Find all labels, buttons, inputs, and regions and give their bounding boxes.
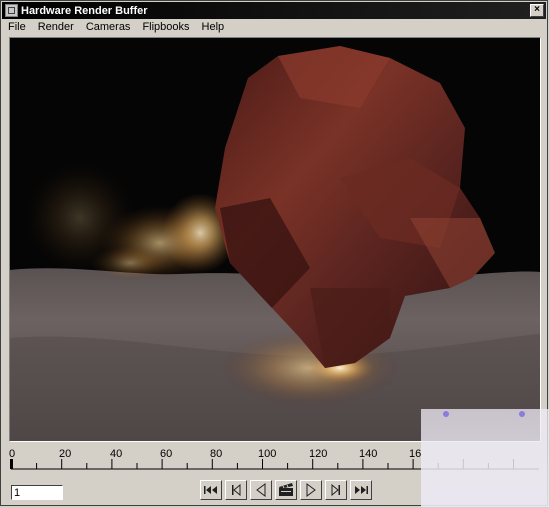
tick-label: 60 [160,448,172,460]
watermark-dot [443,411,449,417]
menu-flipbooks[interactable]: Flipbooks [136,21,195,33]
tick-label: 40 [110,448,122,460]
tick-label: 120 [309,448,327,460]
play-forward-icon [306,483,316,497]
title-bar[interactable]: Hardware Render Buffer × [2,2,546,19]
render-viewport[interactable] [9,37,541,442]
current-frame-marker[interactable] [10,459,13,469]
menu-file[interactable]: File [2,21,32,33]
fast-forward-button[interactable] [350,480,372,500]
play-backward-icon [256,483,266,497]
tick-label: 20 [59,448,71,460]
clapperboard-icon [279,483,293,496]
menu-bar: File Render Cameras Flipbooks Help [2,19,546,35]
fast-forward-icon [355,486,368,494]
hardware-render-buffer-window: Hardware Render Buffer × File Render Cam… [0,0,549,507]
step-forward-icon [331,484,340,496]
app-icon[interactable] [5,4,18,17]
window-title: Hardware Render Buffer [21,4,148,17]
current-frame-field[interactable] [11,485,63,500]
tick-label: 100 [258,448,276,460]
tick-label: 140 [359,448,377,460]
tick-label: 0 [9,448,15,460]
watermark-dot [519,411,525,417]
menu-help[interactable]: Help [196,21,231,33]
step-forward-button[interactable] [325,480,347,500]
step-back-icon [232,484,241,496]
step-back-button[interactable] [225,480,247,500]
rewind-button[interactable] [200,480,222,500]
menu-render[interactable]: Render [32,21,80,33]
render-image [10,38,540,441]
play-forward-button[interactable] [300,480,322,500]
menu-cameras[interactable]: Cameras [80,21,137,33]
tick-label: 16 [409,448,421,460]
watermark-overlay [421,409,549,507]
close-button[interactable]: × [530,4,544,17]
clapper-button[interactable] [275,480,297,500]
play-backward-button[interactable] [250,480,272,500]
rewind-icon [204,486,217,494]
tick-label: 80 [210,448,222,460]
